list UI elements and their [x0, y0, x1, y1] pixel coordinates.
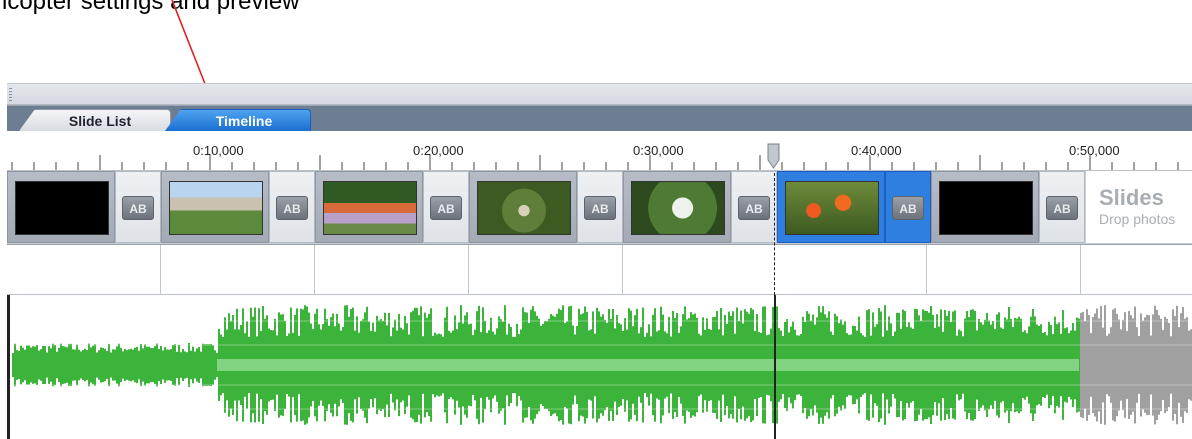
track-divider [622, 245, 623, 295]
slide-5[interactable] [623, 171, 731, 243]
ruler-label: 0:30,000 [633, 143, 684, 158]
audio-waveform [7, 305, 1192, 425]
transition-4[interactable]: AB [577, 171, 623, 243]
time-ruler[interactable]: 0:10,000 0:20,000 0:30,000 0:40,000 0:50… [7, 131, 1192, 171]
tab-label: Slide List [68, 113, 132, 129]
tab-timeline[interactable]: Timeline [165, 109, 311, 131]
slide-thumbnail [631, 181, 725, 235]
slide-1[interactable] [7, 171, 115, 243]
slide-thumbnail [323, 181, 417, 235]
caption-track[interactable] [7, 245, 1192, 295]
transition-1[interactable]: AB [115, 171, 161, 243]
slide-thumbnail [785, 181, 879, 235]
panel-grip-bar[interactable] [7, 83, 1192, 105]
drop-zone-subtitle: Drop photos [1099, 211, 1176, 227]
slide-6-selected[interactable] [777, 171, 885, 243]
track-start-marker [7, 295, 10, 439]
ruler-label: 0:40,000 [851, 143, 902, 158]
view-tab-strip: Slide List Timeline [7, 105, 1192, 131]
transition-6-selected[interactable]: AB [885, 171, 931, 243]
audio-track[interactable] [7, 295, 1192, 439]
slide-drop-zone[interactable]: Slides Drop photos [1086, 171, 1192, 243]
playhead-handle-icon[interactable] [767, 143, 780, 169]
slide-2[interactable] [161, 171, 269, 243]
transition-ab-icon: AB [584, 196, 616, 220]
slide-thumbnail [169, 181, 263, 235]
transition-2[interactable]: AB [269, 171, 315, 243]
ruler-label: 0:20,000 [413, 143, 464, 158]
caption-line: icopter settings and preview [2, 0, 300, 15]
tab-slide-list[interactable]: Slide List [19, 109, 171, 131]
slide-7[interactable] [931, 171, 1039, 243]
drop-zone-title: Slides [1099, 185, 1164, 210]
slide-3[interactable] [315, 171, 423, 243]
slide-thumbnail [939, 181, 1033, 235]
track-divider [468, 245, 469, 295]
track-divider [160, 245, 161, 295]
transition-5[interactable]: AB [731, 171, 777, 243]
tab-label: Timeline [215, 113, 273, 129]
document-caption-text: icopter settings and preview [0, 0, 1192, 52]
slide-thumbnail [477, 181, 571, 235]
transition-ab-icon: AB [892, 196, 924, 220]
transition-ab-icon: AB [738, 196, 770, 220]
transition-7[interactable]: AB [1039, 171, 1085, 243]
ruler-ticks [11, 155, 1179, 170]
timeline-panel: Slide List Timeline 0:10,000 0:20,000 0:… [0, 83, 1192, 439]
transition-ab-icon: AB [276, 196, 308, 220]
slide-track: AB AB AB AB AB AB AB Slides Drop photos [7, 171, 1192, 245]
slide-4[interactable] [469, 171, 577, 243]
slide-thumbnail [15, 181, 109, 235]
grip-handle-icon[interactable] [9, 88, 12, 101]
ruler-label: 0:50,000 [1069, 143, 1120, 158]
track-divider [314, 245, 315, 295]
transition-ab-icon: AB [1046, 196, 1078, 220]
track-divider [926, 245, 927, 295]
ruler-label: 0:10,000 [193, 143, 244, 158]
playhead-line-audio [774, 295, 776, 439]
transition-3[interactable]: AB [423, 171, 469, 243]
track-divider [1080, 245, 1081, 295]
transition-ab-icon: AB [122, 196, 154, 220]
transition-ab-icon: AB [430, 196, 462, 220]
